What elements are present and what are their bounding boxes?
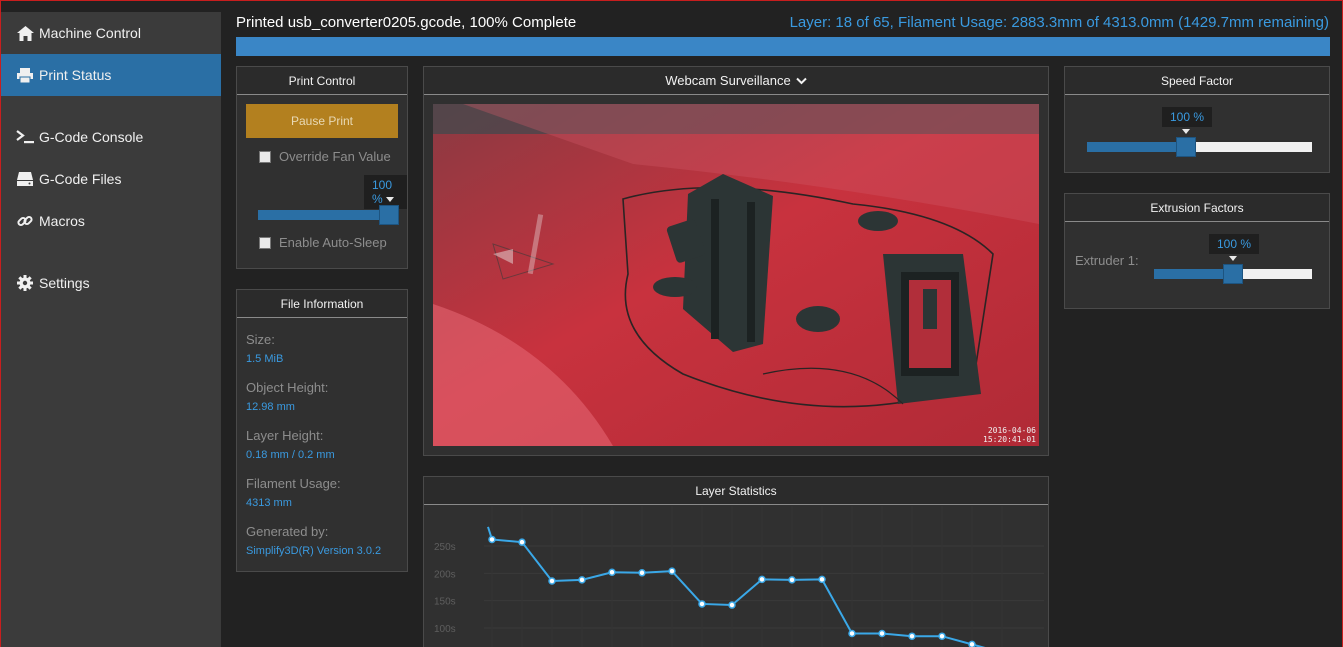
data-point[interactable]	[878, 629, 886, 638]
speed-slider-fill	[1087, 142, 1186, 152]
panel-title: Speed Factor	[1065, 67, 1329, 95]
object-height-label: Object Height:	[246, 380, 329, 395]
print-status-title: Printed usb_converter0205.gcode, 100% Co…	[236, 14, 577, 31]
fan-value-tooltip: 100 %	[364, 175, 407, 209]
webcam-panel: Webcam Surveillance 2016-04-06 15:20:41-…	[423, 66, 1049, 456]
data-point[interactable]	[758, 575, 766, 584]
sidebar-item-label: Settings	[39, 275, 90, 291]
panel-title: File Information	[237, 290, 407, 318]
override-fan-checkbox[interactable]	[259, 150, 271, 163]
print-progress-bar	[236, 37, 1330, 56]
extrusion-slider-handle[interactable]	[1223, 264, 1243, 284]
sidebar-item-gcode-files[interactable]: G-Code Files	[1, 158, 221, 200]
sidebar: Machine Control Print Status G-Code Cons…	[1, 12, 221, 647]
generated-by-label: Generated by:	[246, 524, 329, 539]
data-point[interactable]	[518, 538, 526, 546]
generated-by-value: Simplify3D(R) Version 3.0.2	[246, 545, 382, 557]
print-control-panel: Print Control Pause Print Override Fan V…	[236, 66, 408, 269]
tooltip-arrow	[1229, 256, 1237, 261]
data-point[interactable]	[788, 576, 796, 584]
panel-title: Print Control	[237, 67, 407, 95]
tooltip-arrow	[1182, 129, 1190, 134]
auto-sleep-label: Enable Auto-Sleep	[279, 235, 387, 250]
printer-icon	[16, 67, 34, 83]
auto-sleep-row[interactable]: Enable Auto-Sleep	[259, 235, 387, 250]
data-point[interactable]	[578, 576, 586, 584]
data-point[interactable]	[908, 632, 916, 640]
series-line	[487, 526, 986, 647]
sidebar-item-label: G-Code Files	[39, 171, 122, 187]
sidebar-item-macros[interactable]: Macros	[1, 200, 221, 242]
terminal-icon	[16, 129, 34, 145]
speed-slider-track[interactable]	[1087, 142, 1312, 152]
sidebar-item-label: Machine Control	[39, 25, 141, 41]
home-icon	[16, 25, 34, 41]
panel-title: Webcam Surveillance	[665, 73, 791, 88]
tooltip-arrow	[386, 197, 394, 202]
file-size-value: 1.5 MiB	[246, 353, 284, 365]
data-point[interactable]	[848, 629, 856, 638]
filament-usage-label: Filament Usage:	[246, 476, 341, 491]
fan-slider-track[interactable]	[258, 210, 399, 220]
data-point[interactable]	[608, 568, 616, 576]
panel-title: Extrusion Factors	[1065, 194, 1329, 222]
sidebar-item-settings[interactable]: Settings	[1, 262, 221, 304]
sidebar-item-label: G-Code Console	[39, 129, 144, 145]
fan-slider-handle[interactable]	[379, 205, 400, 225]
webcam-image: 2016-04-06 15:20:41-01	[433, 104, 1039, 446]
layer-height-label: Layer Height:	[246, 428, 324, 443]
webcam-snapshot	[433, 104, 1039, 446]
gear-icon	[16, 275, 34, 291]
y-tick-label: 200s	[434, 569, 456, 580]
sidebar-item-label: Print Status	[39, 67, 112, 83]
chevron-down-icon	[796, 77, 807, 85]
sidebar-item-label: Macros	[39, 213, 85, 229]
timestamp-time: 15:20:41-01	[983, 435, 1036, 444]
speed-value-tooltip: 100 %	[1162, 107, 1213, 127]
layer-height-value: 0.18 mm / 0.2 mm	[246, 449, 335, 461]
panel-title: Layer Statistics	[424, 477, 1048, 505]
sidebar-item-machine-control[interactable]: Machine Control	[1, 12, 221, 54]
extrusion-slider-fill	[1154, 269, 1233, 279]
data-point[interactable]	[548, 577, 556, 585]
file-size-label: Size:	[246, 332, 275, 347]
speed-factor-panel: Speed Factor 100 %	[1064, 66, 1330, 173]
y-tick-label: 150s	[434, 597, 456, 608]
override-fan-row[interactable]: Override Fan Value	[259, 149, 391, 164]
timestamp-date: 2016-04-06	[987, 426, 1036, 435]
data-point[interactable]	[668, 567, 676, 575]
hdd-icon	[16, 171, 34, 187]
data-point[interactable]	[938, 632, 946, 640]
layer-statistics-panel: Layer Statistics 250s 200s 150s 100s	[423, 476, 1049, 647]
webcam-timestamp: 2016-04-06 15:20:41-01	[983, 426, 1036, 444]
object-height-value: 12.98 mm	[246, 401, 295, 413]
speed-slider-handle[interactable]	[1176, 137, 1196, 157]
filament-usage-value: 4313 mm	[246, 497, 292, 509]
layer-info: Layer: 18 of 65, Filament Usage: 2883.3m…	[789, 14, 1329, 31]
fan-slider-fill	[258, 210, 390, 220]
data-point[interactable]	[968, 640, 976, 647]
data-point[interactable]	[728, 601, 736, 609]
extrusion-factors-panel: Extrusion Factors Extruder 1: 100 %	[1064, 193, 1330, 309]
pause-print-button[interactable]: Pause Print	[246, 104, 398, 138]
y-tick-label: 250s	[434, 542, 456, 553]
y-tick-label: 100s	[434, 624, 456, 635]
override-fan-label: Override Fan Value	[279, 149, 391, 164]
data-point[interactable]	[698, 600, 706, 608]
extrusion-value-tooltip: 100 %	[1209, 234, 1260, 254]
data-point[interactable]	[818, 575, 826, 584]
extruder-label: Extruder 1:	[1075, 253, 1139, 268]
webcam-panel-header[interactable]: Webcam Surveillance	[424, 67, 1048, 95]
file-information-panel: File Information Size: 1.5 MiB Object He…	[236, 289, 408, 572]
progress-fill	[236, 37, 1330, 56]
auto-sleep-checkbox[interactable]	[259, 236, 271, 249]
link-icon	[16, 213, 34, 229]
sidebar-item-gcode-console[interactable]: G-Code Console	[1, 116, 221, 158]
layer-statistics-chart: 250s 200s 150s 100s	[434, 506, 1044, 647]
data-point[interactable]	[488, 535, 496, 544]
data-point[interactable]	[638, 569, 646, 577]
sidebar-item-print-status[interactable]: Print Status	[1, 54, 221, 96]
